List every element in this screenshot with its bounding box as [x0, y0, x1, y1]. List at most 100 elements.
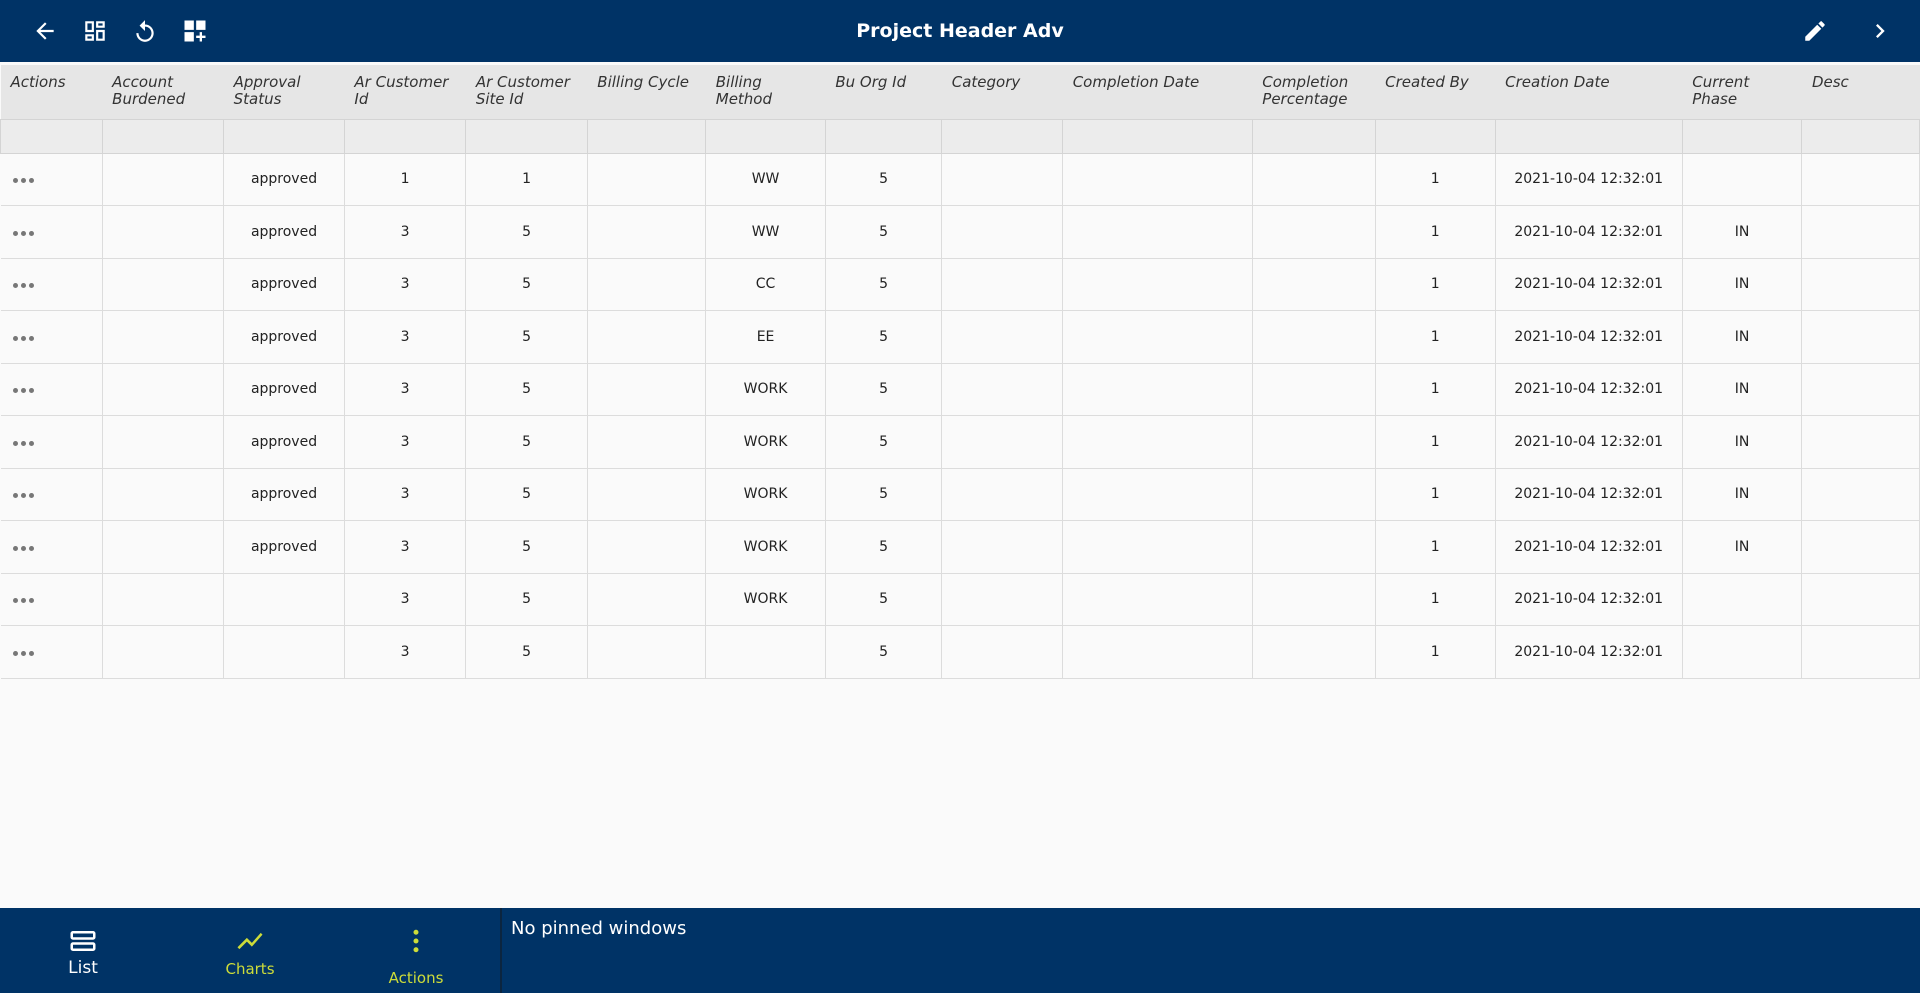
table-cell [1801, 625, 1920, 679]
row-actions-cell [0, 625, 103, 679]
table-cell [586, 153, 707, 206]
column-filter-cell[interactable] [1494, 118, 1683, 154]
row-actions-cell [0, 205, 103, 259]
table-cell [1251, 520, 1376, 574]
table-cell: 1 [1374, 153, 1496, 206]
table-cell: approved [223, 205, 345, 259]
table-row[interactable]: approved 3 5 EE 5 1 2021-10-04 12:32:01 IN [0, 310, 1920, 364]
table-cell: approved [223, 153, 345, 206]
table-cell: 1 [1374, 363, 1496, 416]
page-title: Project Header Adv [856, 20, 1064, 42]
row-actions-cell [0, 258, 103, 311]
table-cell [1062, 520, 1253, 574]
table-cell: IN [1681, 205, 1803, 259]
nav-list[interactable]: List [28, 908, 138, 993]
table-cell: IN [1681, 520, 1803, 574]
column-filter-cell[interactable] [101, 118, 225, 154]
table-cell: 5 [824, 363, 943, 416]
more-horiz-icon[interactable] [12, 178, 34, 184]
more-horiz-icon[interactable] [12, 335, 34, 341]
column-header[interactable]: Bu Org Id [825, 65, 942, 119]
column-header[interactable]: Billing Method [705, 65, 826, 119]
table-cell: 5 [465, 625, 588, 679]
column-filter-cell[interactable] [1801, 118, 1920, 154]
table-cell: 5 [824, 625, 943, 679]
table-cell [223, 573, 345, 626]
column-header[interactable]: Billing Cycle [587, 65, 706, 119]
table-cell [1251, 415, 1376, 469]
column-header[interactable]: Approval Status [223, 65, 345, 119]
column-filter-cell[interactable] [1681, 118, 1803, 154]
add-widget-icon [184, 20, 206, 42]
table-cell: 1 [1374, 520, 1496, 574]
column-header[interactable]: Desc [1801, 65, 1920, 119]
edit-button[interactable] [1795, 11, 1835, 51]
table-row[interactable]: approved 3 5 WORK 5 1 2021-10-04 12:32:01 IN [0, 468, 1920, 521]
table-cell: approved [223, 310, 345, 364]
table-cell: 3 [343, 468, 467, 521]
table-cell: 5 [824, 468, 943, 521]
column-header[interactable]: Creation Date [1495, 65, 1683, 119]
column-header[interactable]: Completion Percentage [1252, 65, 1376, 119]
nav-charts[interactable]: Charts [195, 908, 305, 993]
table-cell: 3 [343, 415, 467, 469]
table-cell: 5 [824, 310, 943, 364]
column-header[interactable]: Category [941, 65, 1063, 119]
table-cell: 1 [1374, 258, 1496, 311]
column-filter-cell[interactable] [223, 118, 345, 154]
more-horiz-icon[interactable] [12, 230, 34, 236]
more-horiz-icon[interactable] [12, 650, 34, 656]
column-filter-cell[interactable] [1062, 118, 1253, 154]
more-horiz-icon[interactable] [12, 545, 34, 551]
table-cell: 5 [465, 573, 588, 626]
column-filter-cell[interactable] [1374, 118, 1496, 154]
column-header[interactable]: Ar Customer Id [344, 65, 466, 119]
table-row[interactable]: approved 3 5 WORK 5 1 2021-10-04 12:32:01 IN [0, 363, 1920, 416]
column-header[interactable]: Account Burdened [102, 65, 224, 119]
column-header[interactable]: Current Phase [1682, 65, 1802, 119]
table-cell: WORK [705, 468, 826, 521]
table-row[interactable]: approved 3 5 WW 5 1 2021-10-04 12:32:01 IN [0, 205, 1920, 259]
table-cell [1681, 625, 1803, 679]
column-filter-cell[interactable] [1251, 118, 1376, 154]
column-filter-cell[interactable] [586, 118, 707, 154]
column-filter-cell[interactable] [343, 118, 467, 154]
table-row[interactable]: approved 3 5 WORK 5 1 2021-10-04 12:32:01 IN [0, 415, 1920, 469]
row-actions-cell [0, 153, 103, 206]
top-app-bar: Project Header Adv [0, 0, 1920, 62]
column-header[interactable]: Completion Date [1062, 65, 1253, 119]
table-row[interactable]: 3 5 WORK 5 1 2021-10-04 12:32:01 [0, 573, 1920, 626]
column-filter-cell[interactable] [824, 118, 943, 154]
more-vert-icon [413, 929, 419, 953]
more-horiz-icon[interactable] [12, 493, 34, 499]
table-cell: approved [223, 258, 345, 311]
add-widget-button[interactable] [175, 11, 215, 51]
column-filter-cell[interactable] [705, 118, 826, 154]
table-cell: WORK [705, 415, 826, 469]
table-cell [941, 625, 1064, 679]
more-horiz-icon[interactable] [12, 388, 34, 394]
column-header[interactable]: Actions [0, 65, 103, 119]
more-horiz-icon[interactable] [12, 598, 34, 604]
next-button[interactable] [1860, 11, 1900, 51]
table-cell: EE [705, 310, 826, 364]
table-row[interactable]: approved 3 5 CC 5 1 2021-10-04 12:32:01 IN [0, 258, 1920, 311]
nav-actions[interactable]: Actions [361, 908, 471, 993]
table-cell [586, 310, 707, 364]
column-filter-cell[interactable] [465, 118, 588, 154]
table-row[interactable]: 3 5 5 1 2021-10-04 12:32:01 [0, 625, 1920, 679]
table-row[interactable]: approved 3 5 WORK 5 1 2021-10-04 12:32:01 IN [0, 520, 1920, 574]
more-horiz-icon[interactable] [12, 283, 34, 289]
column-filter-cell[interactable] [941, 118, 1064, 154]
dashboard-button[interactable] [75, 11, 115, 51]
table-cell: IN [1681, 468, 1803, 521]
back-button[interactable] [25, 11, 65, 51]
refresh-button[interactable] [125, 11, 165, 51]
table-cell: 5 [824, 258, 943, 311]
more-horiz-icon[interactable] [12, 440, 34, 446]
table-row[interactable]: approved 1 1 WW 5 1 2021-10-04 12:32:01 [0, 153, 1920, 206]
table-cell [1801, 363, 1920, 416]
table-cell [941, 468, 1064, 521]
column-header[interactable]: Ar Customer Site Id [465, 65, 588, 119]
column-header[interactable]: Created By [1375, 65, 1496, 119]
